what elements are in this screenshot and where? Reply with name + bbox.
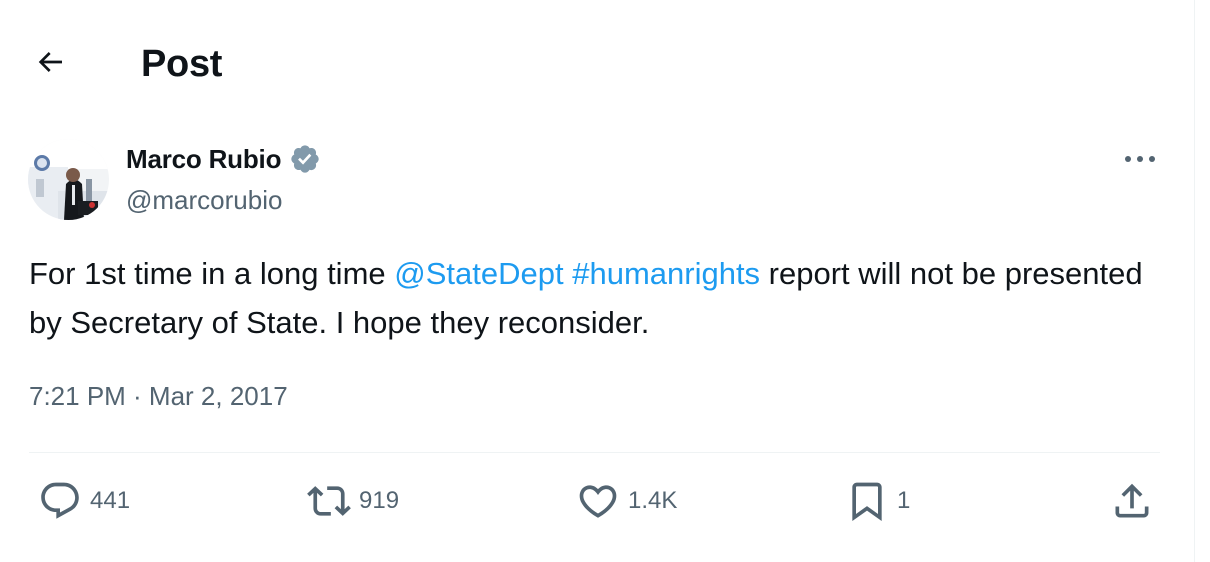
author-handle[interactable]: @marcorubio [126,182,282,218]
share-icon [1110,479,1154,523]
like-count: 1.4K [628,487,678,514]
bookmark-button[interactable]: 1 [845,478,910,524]
divider [29,452,1160,453]
reply-count: 441 [90,487,131,514]
arrow-left-icon [34,46,66,83]
repost-count: 919 [359,487,400,514]
author-name: Marco Rubio [126,144,282,174]
avatar[interactable] [28,139,109,220]
heart-icon [576,479,620,523]
mention-link[interactable]: @StateDept [394,256,563,291]
verified-badge-icon [289,143,321,175]
post-page: Post Marco Rubio @marcorubio For 1st tim… [0,0,1210,562]
reply-icon [38,479,82,523]
back-button[interactable] [26,40,74,88]
bookmark-count: 1 [897,487,911,514]
more-dots-icon [1123,151,1157,169]
like-button[interactable]: 1.4K [576,478,677,524]
tweet-timestamp[interactable]: 7:21 PM · Mar 2, 2017 [29,378,288,414]
author-name-row[interactable]: Marco Rubio [126,141,321,177]
tweet-text-before: For 1st time in a long time [29,256,395,291]
tweet-text: For 1st time in a long time @StateDept #… [29,249,1169,347]
hashtag-link[interactable]: #humanrights [572,256,760,291]
reply-button[interactable]: 441 [38,478,130,524]
more-options-button[interactable] [1118,142,1162,178]
tweet-text-space [564,256,573,291]
repost-icon [307,479,351,523]
share-button[interactable] [1110,478,1154,524]
page-title: Post [141,43,223,85]
repost-button[interactable]: 919 [307,478,399,524]
bookmark-icon [845,479,889,523]
column-border [1194,0,1195,562]
